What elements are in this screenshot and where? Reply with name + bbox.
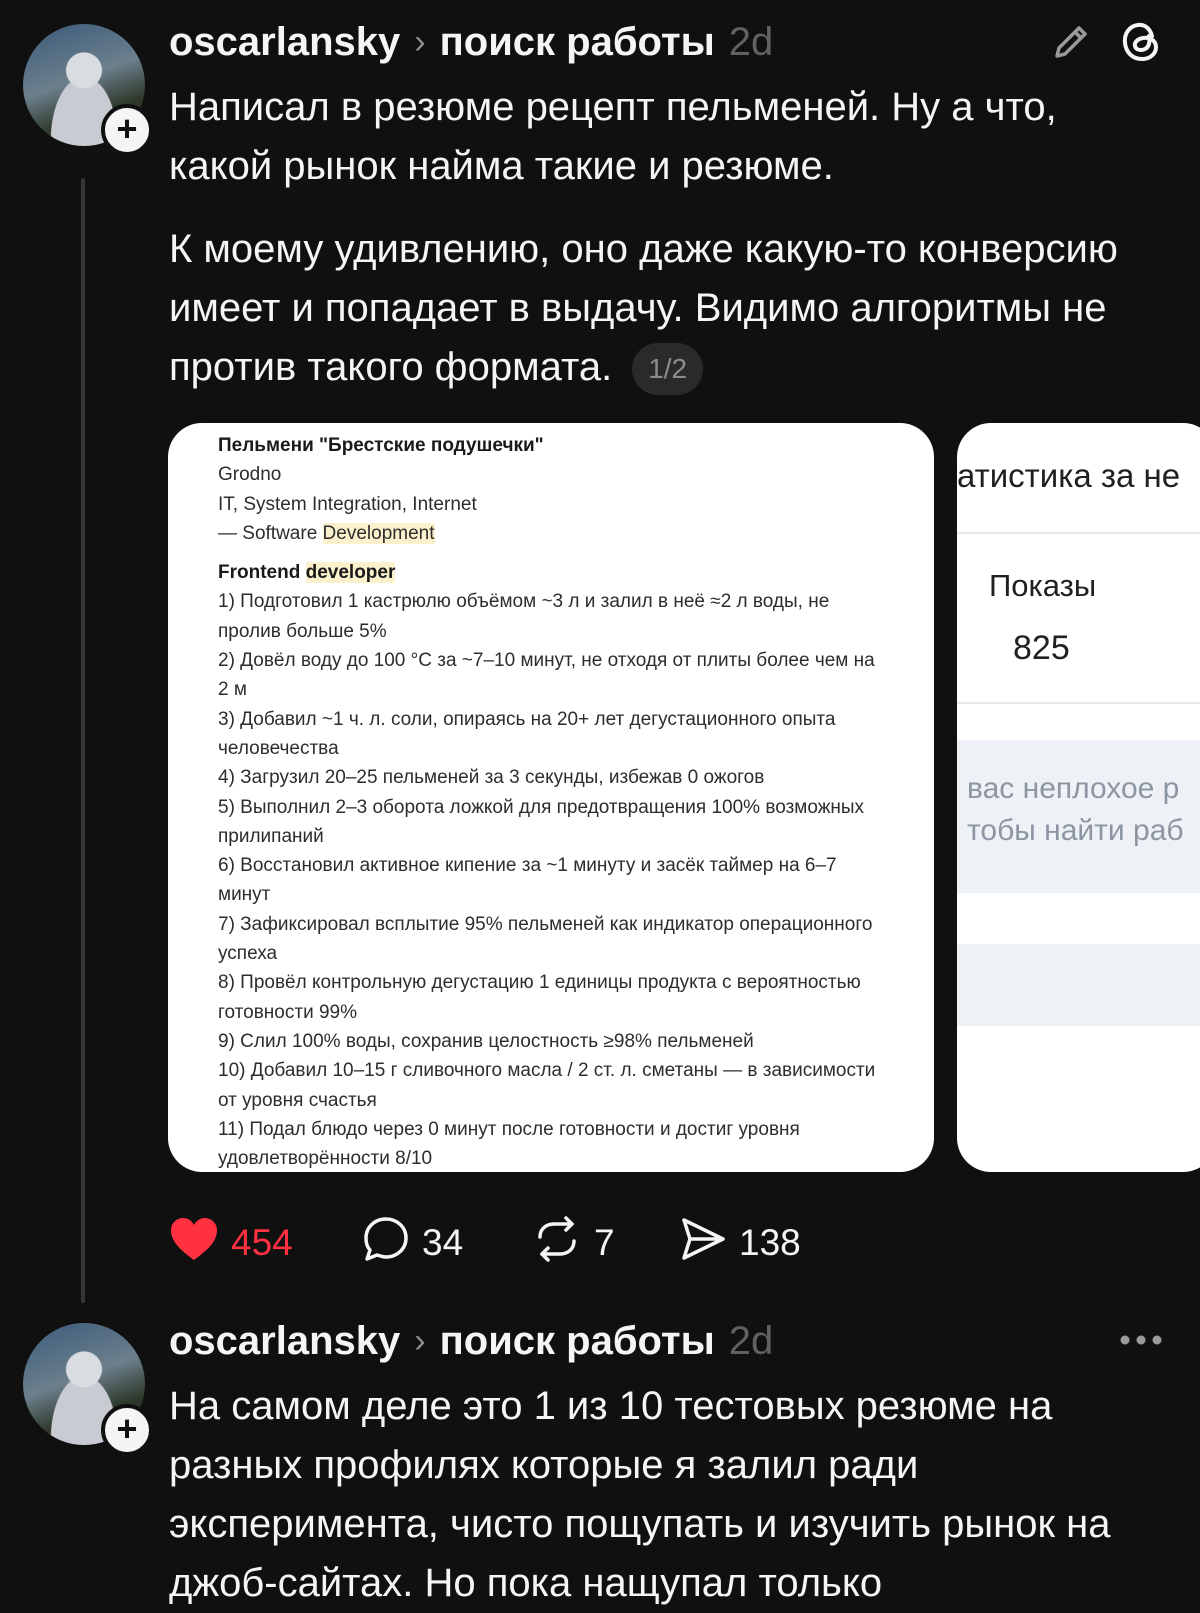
chevron-right-icon: › — [414, 22, 426, 61]
resume-role: Frontend developer — [218, 558, 884, 587]
post-actions: 454 34 7 138 — [169, 1212, 801, 1274]
post-header: oscarlansky › поиск работы 2d — [169, 18, 773, 66]
post-body: На самом деле это 1 из 10 тестовых резюм… — [169, 1377, 1154, 1613]
resume-role-highlight: developer — [305, 562, 396, 584]
post-timestamp: 2d — [728, 1318, 774, 1363]
post-paragraph-1: На самом деле это 1 из 10 тестовых резюм… — [169, 1384, 1111, 1605]
repost-icon — [532, 1215, 582, 1272]
post-paragraph-2: К моему удивлению, оно даже какую-то кон… — [169, 220, 1154, 397]
resume-title: Пельмени "Брестские подушечки" — [218, 435, 544, 456]
repost-button[interactable]: 7 — [532, 1215, 679, 1272]
follow-plus-icon[interactable]: + — [101, 104, 153, 156]
post-header: oscarlansky › поиск работы 2d — [169, 1317, 773, 1365]
more-dots-icon[interactable] — [1118, 1327, 1164, 1353]
resume-specialization: — Software Development — [218, 519, 884, 548]
stats-note-box: вас неплохое р тобы найти раб — [957, 740, 1200, 893]
resume-step: 8) Провёл контрольную дегустацию 1 едини… — [218, 972, 861, 1023]
comment-bubble-icon — [362, 1215, 410, 1272]
heart-filled-icon — [169, 1216, 219, 1271]
share-button[interactable]: 138 — [679, 1215, 801, 1272]
stats-note-line-2: тобы найти раб — [967, 814, 1184, 847]
resume-spec-prefix: — Software — [218, 522, 323, 544]
resume-step: 2) Довёл воду до 100 °C за ~7–10 минут, … — [218, 650, 875, 701]
resume-spec-highlight: Development — [322, 522, 435, 544]
comments-count: 34 — [422, 1222, 464, 1263]
resume-content: Пельмени "Брестские подушечки" Grodno IT… — [168, 423, 934, 1172]
stats-note-line-1: вас неплохое р — [967, 772, 1180, 805]
resume-step: 7) Зафиксировал всплытие 95% пельменей к… — [218, 913, 873, 965]
chevron-right-icon: › — [414, 1321, 426, 1360]
stats-note-text: вас неплохое р тобы найти раб — [967, 768, 1184, 852]
resume-step: 1) Подготовил 1 кастрюлю объёмом ~3 л и … — [218, 591, 830, 642]
stats-image-card[interactable]: атистика за не Показы 825 вас неплохое р… — [957, 423, 1200, 1172]
divider — [957, 702, 1200, 704]
author-username[interactable]: oscarlansky — [169, 20, 400, 65]
resume-industry: IT, System Integration, Internet — [218, 493, 477, 515]
resume-city: Grodno — [218, 464, 282, 486]
carousel-counter: 1/2 — [632, 343, 704, 396]
resume-step: 11) Подал блюдо через 0 минут после гото… — [218, 1118, 800, 1170]
follow-plus-icon[interactable]: + — [101, 1404, 153, 1456]
resume-step: 10) Добавил 10–15 г сливочного масла / 2… — [218, 1060, 876, 1111]
stats-views-label: Показы — [989, 568, 1097, 603]
threads-logo-icon[interactable] — [1118, 18, 1166, 66]
pencil-icon[interactable] — [1049, 20, 1093, 64]
resume-image-card[interactable]: Пельмени "Брестские подушечки" Grodno IT… — [168, 423, 934, 1172]
reposts-count: 7 — [594, 1222, 615, 1263]
resume-role-prefix: Frontend — [218, 562, 306, 584]
topic-tag[interactable]: поиск работы — [440, 20, 715, 65]
author-username[interactable]: oscarlansky — [169, 1319, 400, 1364]
post-paragraph-1: Написал в резюме рецепт пельменей. Ну а … — [169, 85, 1057, 188]
topic-tag[interactable]: поиск работы — [440, 1319, 715, 1364]
stats-views-value: 825 — [1013, 629, 1070, 667]
thread-connector-line — [81, 178, 85, 1303]
resume-step: 9) Слил 100% воды, сохранив целостность … — [218, 1030, 754, 1052]
resume-step: 6) Восстановил активное кипение за ~1 ми… — [218, 855, 837, 906]
post-timestamp: 2d — [728, 19, 774, 64]
resume-step: 5) Выполнил 2–3 оборота ложкой для предо… — [218, 796, 865, 847]
send-icon — [679, 1215, 727, 1272]
resume-step: 3) Добавил ~1 ч. л. соли, опираясь на 20… — [218, 708, 836, 759]
stats-heading: атистика за не — [957, 457, 1181, 494]
resume-step: 4) Загрузил 20–25 пельменей за 3 секунды… — [218, 767, 765, 789]
post-body: Написал в резюме рецепт пельменей. Ну а … — [169, 78, 1154, 397]
likes-count: 454 — [231, 1222, 293, 1263]
shares-count: 138 — [739, 1222, 801, 1263]
divider — [957, 532, 1200, 534]
comment-button[interactable]: 34 — [362, 1215, 532, 1272]
like-button[interactable]: 454 — [169, 1216, 362, 1271]
stats-bar — [957, 944, 1200, 1026]
